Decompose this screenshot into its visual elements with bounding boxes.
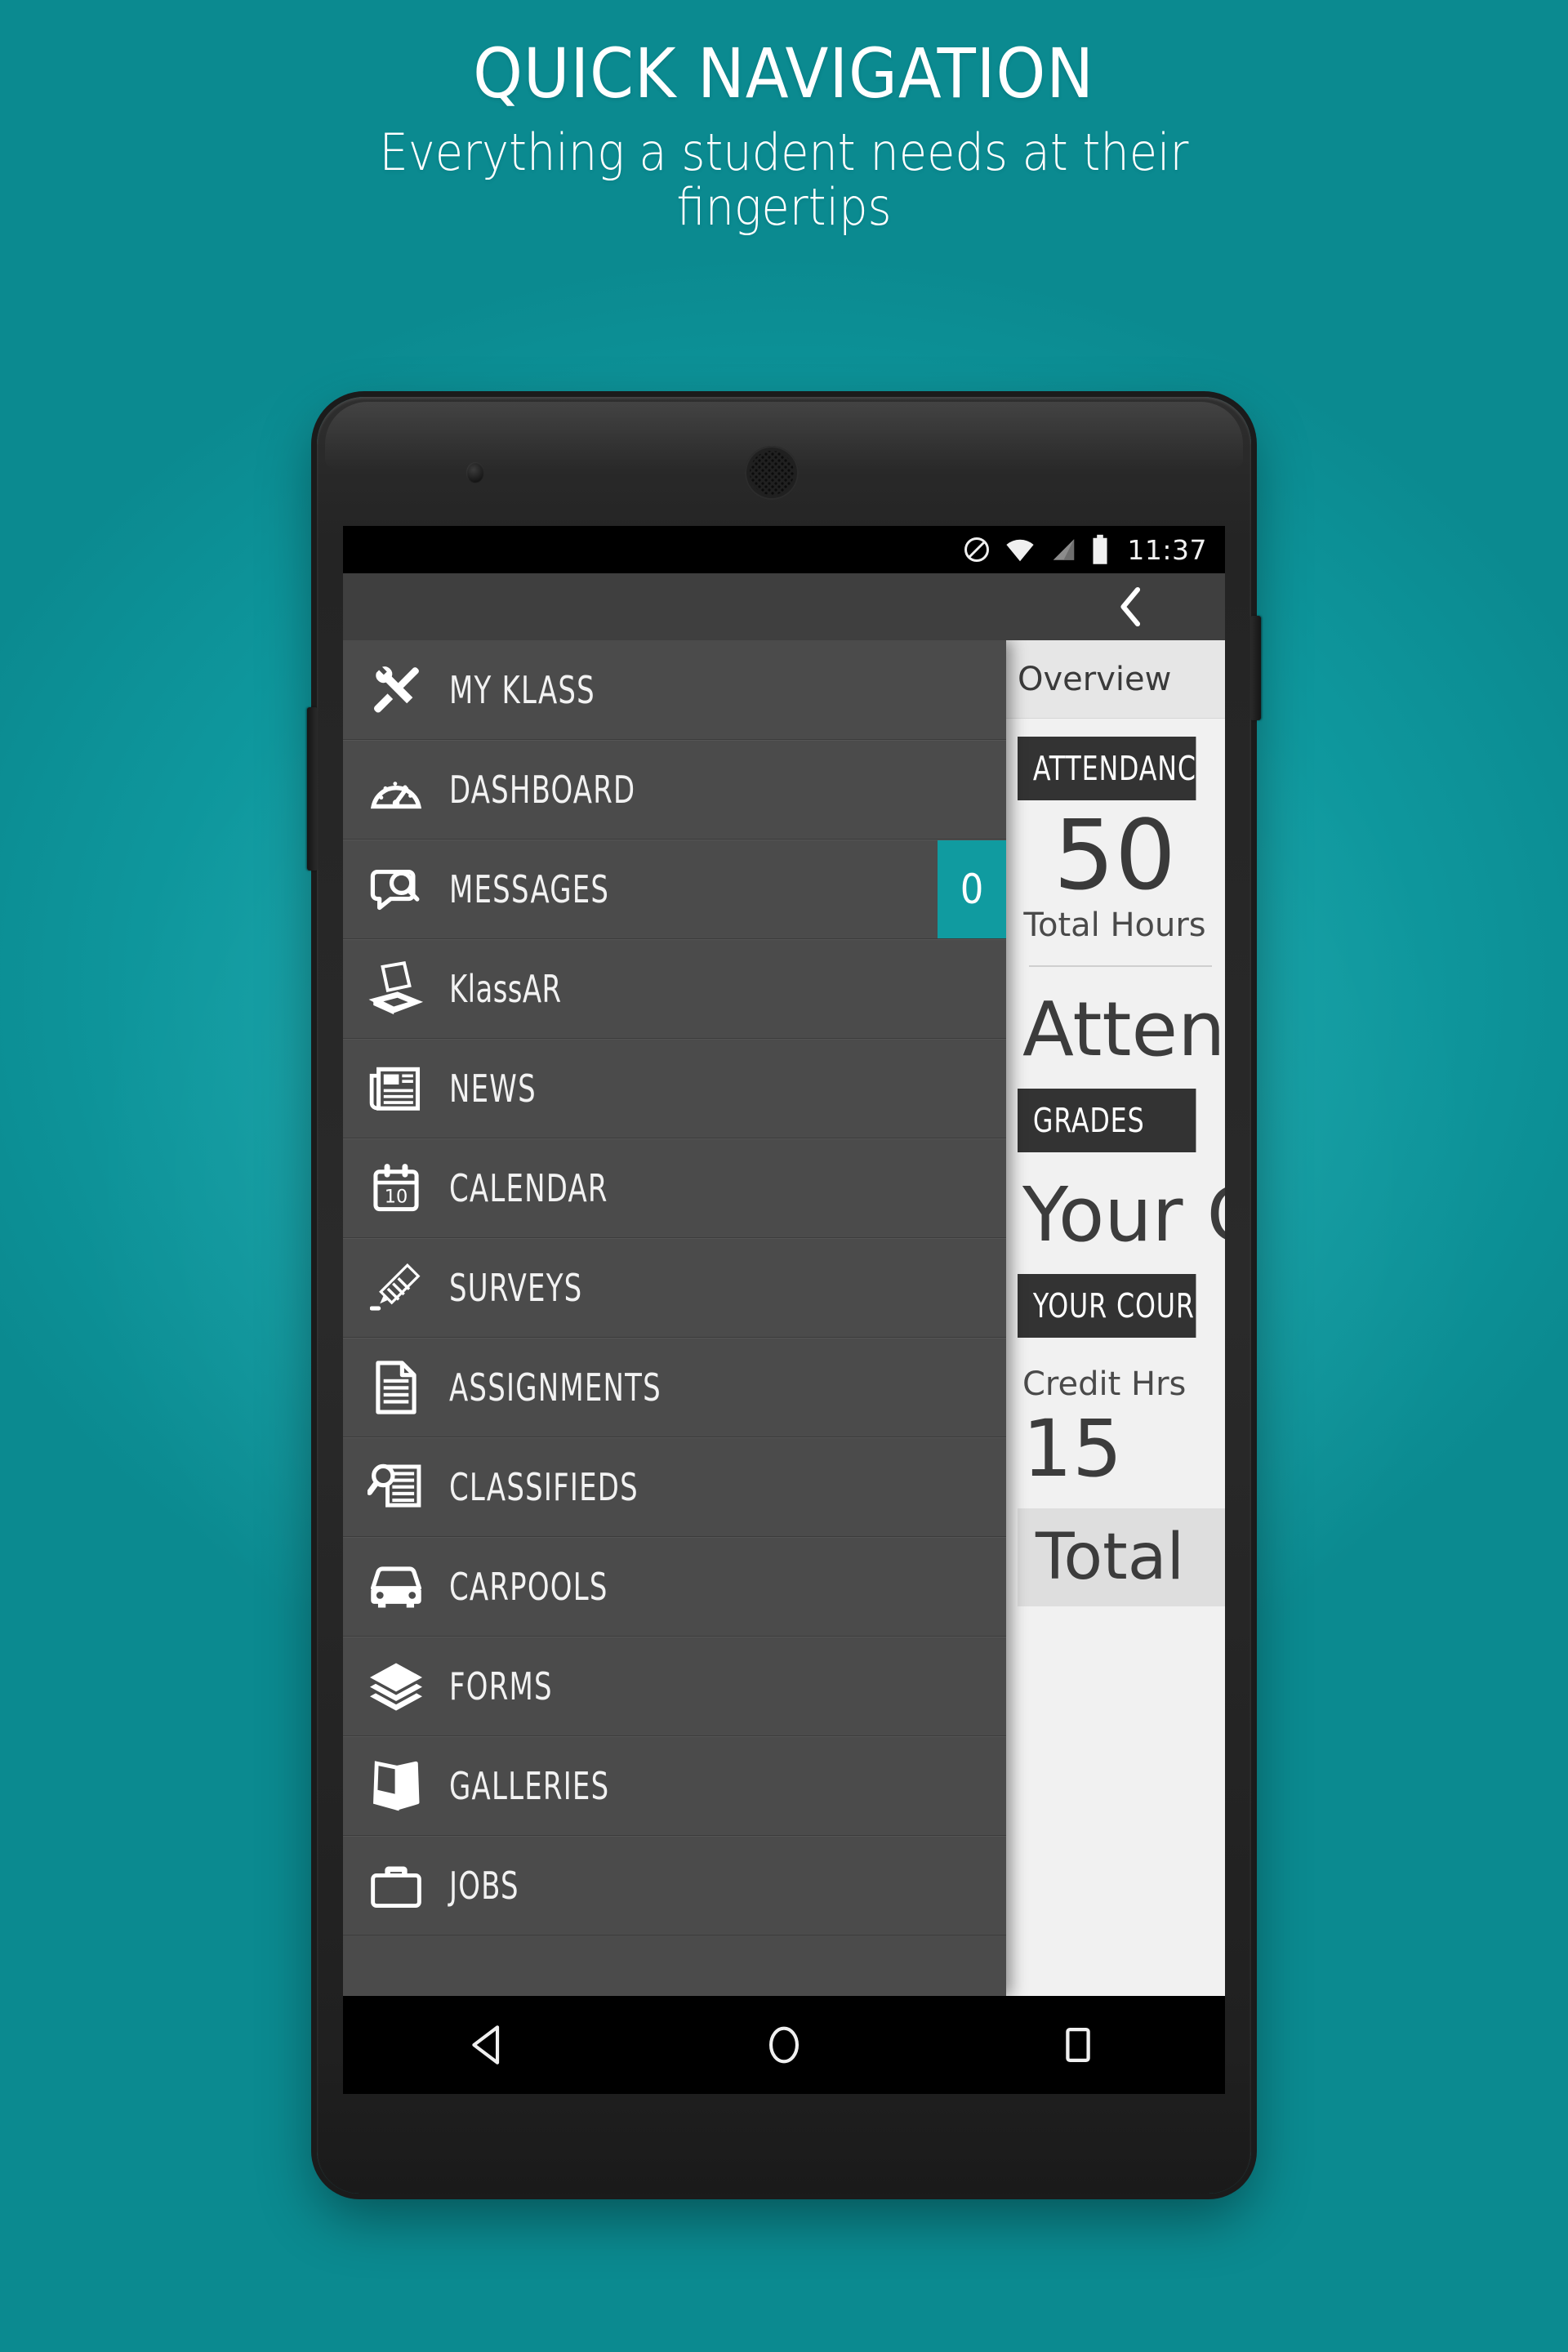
wifi-icon bbox=[1004, 536, 1036, 564]
promo-title: QUICK NAVIGATION bbox=[473, 33, 1095, 114]
recents-key[interactable] bbox=[1033, 2000, 1123, 2090]
action-bar bbox=[343, 573, 1225, 640]
nav-item-carpools[interactable]: CARPOOLS bbox=[343, 1537, 1006, 1637]
divider bbox=[1029, 964, 1212, 967]
nav-label: CALENDAR bbox=[449, 1166, 608, 1210]
attendance-section-header: ATTENDANCE bbox=[1018, 737, 1196, 800]
tab-bar: Overview bbox=[1004, 640, 1225, 719]
nav-item-forms[interactable]: FORMS bbox=[343, 1637, 1006, 1736]
phone-mockup: 11:37 Overview ATTENDANCE 50 Total Hours bbox=[307, 397, 1261, 2194]
front-camera-icon bbox=[466, 462, 484, 483]
nav-item-jobs[interactable]: JOBS bbox=[343, 1836, 1006, 1936]
credit-hours-value: 15 bbox=[1022, 1403, 1123, 1495]
grades-headline: Your Grades bbox=[1022, 1171, 1225, 1259]
briefcase-icon bbox=[343, 1861, 449, 1910]
car-icon bbox=[343, 1563, 449, 1610]
tab-overview[interactable]: Overview bbox=[1018, 661, 1171, 698]
power-button[interactable] bbox=[1250, 616, 1261, 720]
chat-search-icon bbox=[343, 862, 449, 916]
nav-item-news[interactable]: NEWS bbox=[343, 1039, 1006, 1138]
credit-hours-label: Credit Hrs bbox=[1022, 1365, 1187, 1404]
nav-item-my-klass[interactable]: MY KLASS bbox=[343, 640, 1006, 740]
attendance-headline: Attendance bbox=[1022, 985, 1225, 1073]
grades-section-header: GRADES bbox=[1018, 1089, 1196, 1153]
promo-header: QUICK NAVIGATION Everything a student ne… bbox=[0, 0, 1568, 351]
tools-icon bbox=[343, 663, 449, 717]
nav-item-klassar[interactable]: KlassAR bbox=[343, 939, 1006, 1039]
chevron-left-icon[interactable] bbox=[1114, 586, 1150, 627]
document-icon bbox=[343, 1360, 449, 1415]
earpiece-mesh bbox=[750, 451, 794, 495]
nav-item-surveys[interactable]: SURVEYS bbox=[343, 1238, 1006, 1338]
volume-button[interactable] bbox=[307, 707, 318, 871]
nav-item-assignments[interactable]: ASSIGNMENTS bbox=[343, 1338, 1006, 1437]
home-key[interactable] bbox=[739, 2000, 829, 2090]
promo-subtitle: Everything a student needs at their fing… bbox=[379, 122, 1189, 237]
nav-label: FORMS bbox=[449, 1664, 553, 1708]
photos-icon bbox=[343, 1758, 449, 1814]
battery-icon bbox=[1089, 534, 1111, 565]
newspaper-icon bbox=[343, 1063, 449, 1114]
overview-page: Overview ATTENDANCE 50 Total Hours Atten… bbox=[1004, 640, 1225, 1996]
nav-label: DASHBOARD bbox=[449, 768, 636, 812]
nav-item-messages[interactable]: MESSAGES 0 bbox=[343, 840, 1006, 939]
nav-item-dashboard[interactable]: DASHBOARD bbox=[343, 740, 1006, 840]
courses-section-header: YOUR COURSES bbox=[1018, 1274, 1196, 1339]
app-content: Overview ATTENDANCE 50 Total Hours Atten… bbox=[343, 640, 1225, 1996]
navigation-drawer: MY KLASS DASHBOARD MESSAGES 0 KlassAR NE… bbox=[343, 640, 1006, 1996]
nav-label: MY KLASS bbox=[449, 667, 595, 712]
nav-item-galleries[interactable]: GALLERIES bbox=[343, 1736, 1006, 1836]
nav-label: ASSIGNMENTS bbox=[449, 1365, 662, 1410]
status-bar-clock: 11:37 bbox=[1127, 533, 1207, 566]
phone-screen: 11:37 Overview ATTENDANCE 50 Total Hours bbox=[343, 526, 1225, 2094]
nav-label: CARPOOLS bbox=[449, 1565, 608, 1609]
classifieds-icon bbox=[343, 1461, 449, 1513]
nav-label: KlassAR bbox=[449, 967, 562, 1011]
nav-label: SURVEYS bbox=[449, 1266, 583, 1310]
nav-item-classifieds[interactable]: CLASSIFIEDS bbox=[343, 1437, 1006, 1537]
cellular-signal-icon bbox=[1049, 536, 1076, 564]
attendance-value: 50 bbox=[1053, 799, 1177, 911]
attendance-caption: Total Hours bbox=[1023, 906, 1206, 944]
messages-badge: 0 bbox=[938, 840, 1006, 938]
pencil-icon bbox=[343, 1261, 449, 1315]
total-band: Total bbox=[1018, 1508, 1225, 1607]
scanner-icon bbox=[343, 961, 449, 1017]
nav-label: CLASSIFIEDS bbox=[449, 1465, 639, 1509]
earpiece-speaker-icon bbox=[745, 446, 799, 500]
nav-label: NEWS bbox=[449, 1067, 537, 1111]
nav-label: MESSAGES bbox=[449, 867, 610, 911]
svg-text:10: 10 bbox=[385, 1187, 408, 1208]
nav-item-calendar[interactable]: 10 CALENDAR bbox=[343, 1138, 1006, 1238]
do-not-disturb-icon bbox=[962, 535, 991, 564]
layers-icon bbox=[343, 1660, 449, 1713]
nav-label: GALLERIES bbox=[449, 1764, 610, 1808]
total-label: Total bbox=[1036, 1521, 1185, 1595]
gauge-icon bbox=[343, 762, 449, 817]
status-bar: 11:37 bbox=[343, 526, 1225, 573]
calendar-10-icon: 10 bbox=[343, 1161, 449, 1215]
back-key[interactable] bbox=[445, 2000, 535, 2090]
android-nav-bar bbox=[343, 1996, 1225, 2094]
nav-label: JOBS bbox=[449, 1864, 519, 1908]
